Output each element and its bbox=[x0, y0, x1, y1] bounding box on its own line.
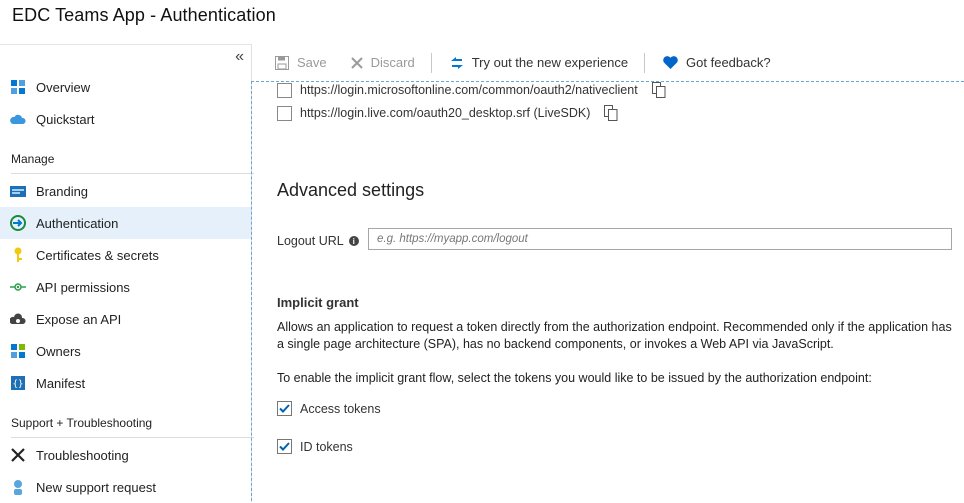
redirect-uri-row: https://login.live.com/oauth20_desktop.s… bbox=[277, 105, 618, 121]
sidebar-item-label: New support request bbox=[36, 479, 156, 495]
sidebar-item-api-permissions[interactable]: API permissions bbox=[0, 271, 251, 303]
sidebar-item-label: Branding bbox=[36, 183, 89, 199]
discard-button[interactable]: Discard bbox=[350, 55, 415, 70]
implicit-grant-prompt: To enable the implicit grant flow, selec… bbox=[277, 371, 872, 385]
access-tokens-checkbox[interactable] bbox=[277, 401, 292, 416]
redirect-uri-text: https://login.live.com/oauth20_desktop.s… bbox=[300, 106, 591, 120]
heart-icon bbox=[663, 56, 678, 69]
sidebar-item-authentication[interactable]: Authentication bbox=[0, 207, 251, 239]
toolbar-divider bbox=[430, 52, 432, 73]
sidebar-item-label: Authentication bbox=[36, 215, 119, 231]
section-support: Support + Troubleshooting bbox=[11, 416, 153, 430]
redirect-uri-text: https://login.microsoftonline.com/common… bbox=[300, 83, 638, 97]
arrows-icon bbox=[450, 56, 464, 70]
save-icon bbox=[275, 55, 289, 70]
section-manage: Manage bbox=[11, 152, 55, 166]
checkmark-icon bbox=[279, 442, 290, 451]
sidebar-item-label: Certificates & secrets bbox=[36, 247, 159, 263]
save-button[interactable]: Save bbox=[275, 55, 327, 70]
sidebar-item-quickstart[interactable]: Quickstart bbox=[0, 103, 251, 135]
implicit-grant-description: Allows an application to request a token… bbox=[277, 320, 952, 351]
close-icon bbox=[350, 56, 363, 69]
access-tokens-row: Access tokens bbox=[277, 401, 381, 416]
svg-text:{}: {} bbox=[13, 380, 24, 390]
discard-label: Discard bbox=[370, 55, 415, 70]
sidebar-item-owners[interactable]: Owners bbox=[0, 335, 251, 367]
main-content: Save Discard Try out the new experience … bbox=[251, 44, 964, 501]
wrench-icon bbox=[10, 447, 26, 463]
sidebar-item-manifest[interactable]: {} Manifest bbox=[0, 367, 251, 399]
redirect-uri-row: https://login.microsoftonline.com/common… bbox=[277, 82, 666, 98]
support-person-icon bbox=[10, 479, 26, 495]
owners-icon bbox=[10, 343, 26, 359]
sidebar-item-troubleshooting[interactable]: Troubleshooting bbox=[0, 439, 251, 471]
logout-url-label: Logout URL i bbox=[277, 234, 359, 248]
id-tokens-label: ID tokens bbox=[300, 439, 353, 454]
collapse-sidebar-button[interactable]: « bbox=[235, 48, 244, 66]
checkmark-icon bbox=[279, 404, 290, 413]
copy-icon[interactable] bbox=[651, 82, 666, 98]
branding-icon bbox=[10, 183, 26, 199]
sidebar-item-label: API permissions bbox=[36, 279, 130, 295]
sidebar-item-overview[interactable]: Overview bbox=[0, 71, 251, 103]
cloud-icon bbox=[10, 111, 26, 127]
overview-icon bbox=[10, 79, 26, 95]
id-tokens-row: ID tokens bbox=[277, 439, 353, 454]
implicit-grant-title: Implicit grant bbox=[277, 295, 359, 310]
cloud-gear-icon bbox=[10, 311, 26, 327]
advanced-settings-heading: Advanced settings bbox=[277, 180, 425, 200]
sidebar-item-label: Expose an API bbox=[36, 311, 122, 327]
authentication-icon bbox=[10, 215, 26, 231]
sidebar: « Overview Quickstart Manage Branding Au… bbox=[0, 44, 254, 503]
logout-url-label-text: Logout URL bbox=[277, 234, 344, 248]
copy-icon[interactable] bbox=[604, 105, 618, 121]
content-border bbox=[251, 81, 253, 501]
sidebar-item-expose-api[interactable]: Expose an API bbox=[0, 303, 251, 335]
sidebar-item-label: Overview bbox=[36, 79, 91, 95]
redirect-uri-checkbox[interactable] bbox=[277, 105, 292, 121]
sidebar-item-new-support-request[interactable]: New support request bbox=[0, 471, 251, 503]
try-label: Try out the new experience bbox=[471, 55, 629, 70]
info-icon[interactable]: i bbox=[348, 236, 359, 246]
redirect-uri-checkbox[interactable] bbox=[277, 82, 292, 98]
feedback-button[interactable]: Got feedback? bbox=[663, 55, 771, 70]
manifest-icon: {} bbox=[10, 375, 26, 391]
sidebar-item-label: Manifest bbox=[36, 375, 86, 391]
id-tokens-checkbox[interactable] bbox=[277, 439, 292, 454]
try-new-experience-button[interactable]: Try out the new experience bbox=[450, 55, 628, 70]
sidebar-item-label: Troubleshooting bbox=[36, 447, 129, 463]
sidebar-item-label: Owners bbox=[36, 343, 81, 359]
divider bbox=[11, 437, 254, 438]
sidebar-item-branding[interactable]: Branding bbox=[0, 175, 251, 207]
sidebar-item-label: Quickstart bbox=[36, 111, 95, 127]
save-label: Save bbox=[297, 55, 327, 70]
toolbar-divider bbox=[644, 52, 646, 73]
toolbar: Save Discard Try out the new experience … bbox=[251, 44, 964, 82]
key-icon bbox=[10, 247, 26, 263]
divider bbox=[11, 173, 254, 174]
logout-url-input[interactable] bbox=[368, 228, 952, 250]
feedback-label: Got feedback? bbox=[686, 55, 771, 70]
access-tokens-label: Access tokens bbox=[300, 401, 381, 416]
api-permissions-icon bbox=[10, 279, 26, 295]
page-title: EDC Teams App - Authentication bbox=[12, 5, 276, 25]
sidebar-item-certificates[interactable]: Certificates & secrets bbox=[0, 239, 251, 271]
